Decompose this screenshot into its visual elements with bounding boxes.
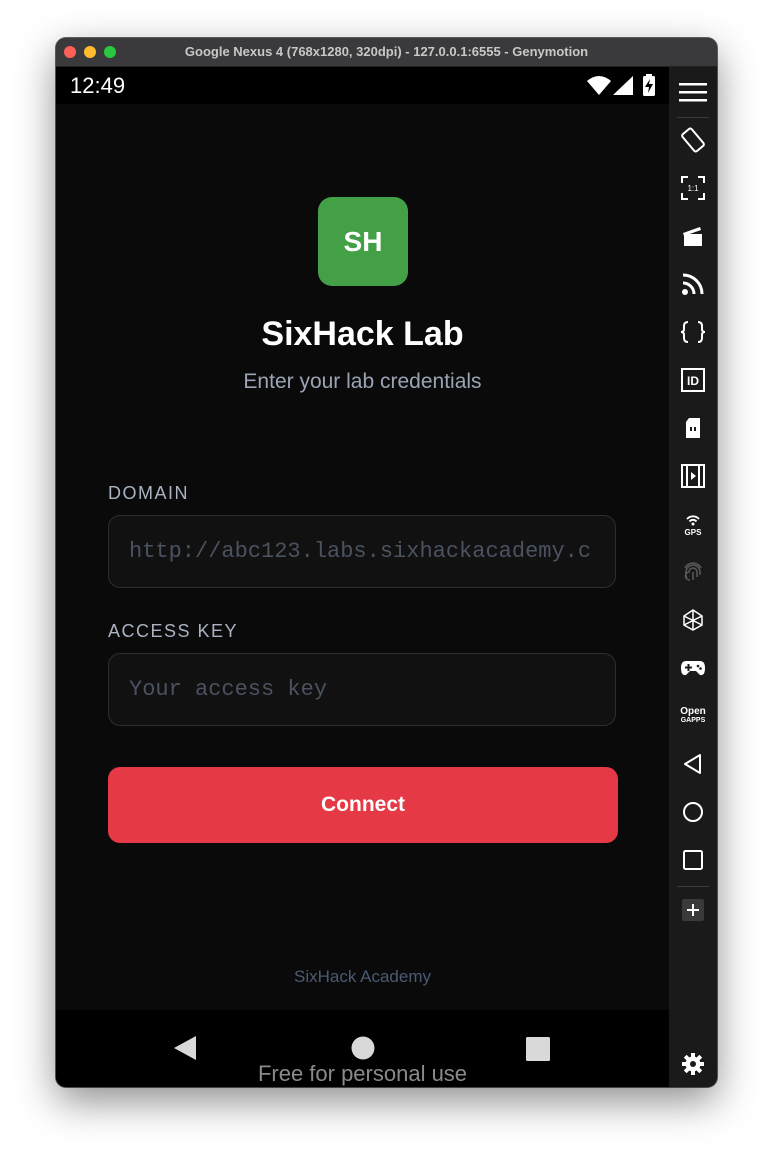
- app-logo: SH: [318, 197, 408, 286]
- app-title: SixHack Lab: [261, 315, 464, 353]
- video-icon[interactable]: [669, 456, 717, 496]
- rotate-icon[interactable]: [669, 120, 717, 160]
- emulator-window: Google Nexus 4 (768x1280, 320dpi) - 127.…: [56, 38, 717, 1087]
- gps-label: GPS: [685, 528, 703, 537]
- pixel-perfect-label: 1:1: [687, 184, 699, 193]
- access-key-label: ACCESS KEY: [108, 621, 239, 641]
- cast-icon[interactable]: [669, 264, 717, 304]
- back-icon[interactable]: [170, 1033, 200, 1063]
- navigation-bar: Free for personal use: [56, 1010, 669, 1087]
- sd-card-icon[interactable]: [669, 408, 717, 448]
- app-subtitle: Enter your lab credentials: [243, 370, 482, 393]
- code-icon[interactable]: [669, 312, 717, 352]
- recents-icon[interactable]: [669, 840, 717, 880]
- device-screen: 12:49 SH SixHack Lab Enter your lab cred…: [56, 67, 669, 1087]
- domain-input[interactable]: [109, 516, 615, 587]
- access-key-field: [108, 653, 616, 726]
- connect-button[interactable]: Connect: [108, 767, 618, 843]
- signal-icon: [613, 76, 633, 95]
- motion-sensor-icon[interactable]: [669, 600, 717, 640]
- menu-icon[interactable]: [669, 72, 717, 112]
- recents-icon[interactable]: [526, 1037, 550, 1061]
- battery-charging-icon: [643, 74, 655, 96]
- status-time: 12:49: [70, 73, 126, 98]
- add-icon[interactable]: [669, 890, 717, 930]
- access-key-input[interactable]: [109, 654, 615, 725]
- back-icon[interactable]: [669, 744, 717, 784]
- toolbar-divider: [677, 117, 709, 118]
- emulator-toolbar: 1:1 ID GPS Open GAPPS: [669, 67, 717, 1087]
- home-icon[interactable]: [349, 1034, 377, 1062]
- wifi-icon: [587, 76, 611, 95]
- domain-label: DOMAIN: [108, 483, 189, 503]
- pixel-perfect-icon[interactable]: 1:1: [669, 168, 717, 208]
- opengapps-label-line2: GAPPS: [680, 717, 706, 724]
- opengapps-icon[interactable]: Open GAPPS: [669, 696, 717, 736]
- fingerprint-icon[interactable]: [669, 552, 717, 592]
- footer-text: SixHack Academy: [294, 967, 431, 986]
- capture-icon[interactable]: [669, 216, 717, 256]
- gamepad-icon[interactable]: [669, 648, 717, 688]
- window-title: Google Nexus 4 (768x1280, 320dpi) - 127.…: [184, 44, 589, 59]
- settings-icon[interactable]: [669, 1044, 717, 1084]
- id-label: ID: [687, 374, 699, 388]
- domain-field: [108, 515, 616, 588]
- toolbar-divider: [677, 886, 709, 887]
- title-bar: Google Nexus 4 (768x1280, 320dpi) - 127.…: [56, 38, 717, 67]
- id-icon[interactable]: ID: [669, 360, 717, 400]
- gps-icon[interactable]: GPS: [669, 504, 717, 544]
- home-icon[interactable]: [669, 792, 717, 832]
- opengapps-label-line1: Open: [680, 706, 706, 717]
- status-bar: 12:49: [56, 67, 669, 104]
- watermark-text: Free for personal use: [257, 1061, 468, 1086]
